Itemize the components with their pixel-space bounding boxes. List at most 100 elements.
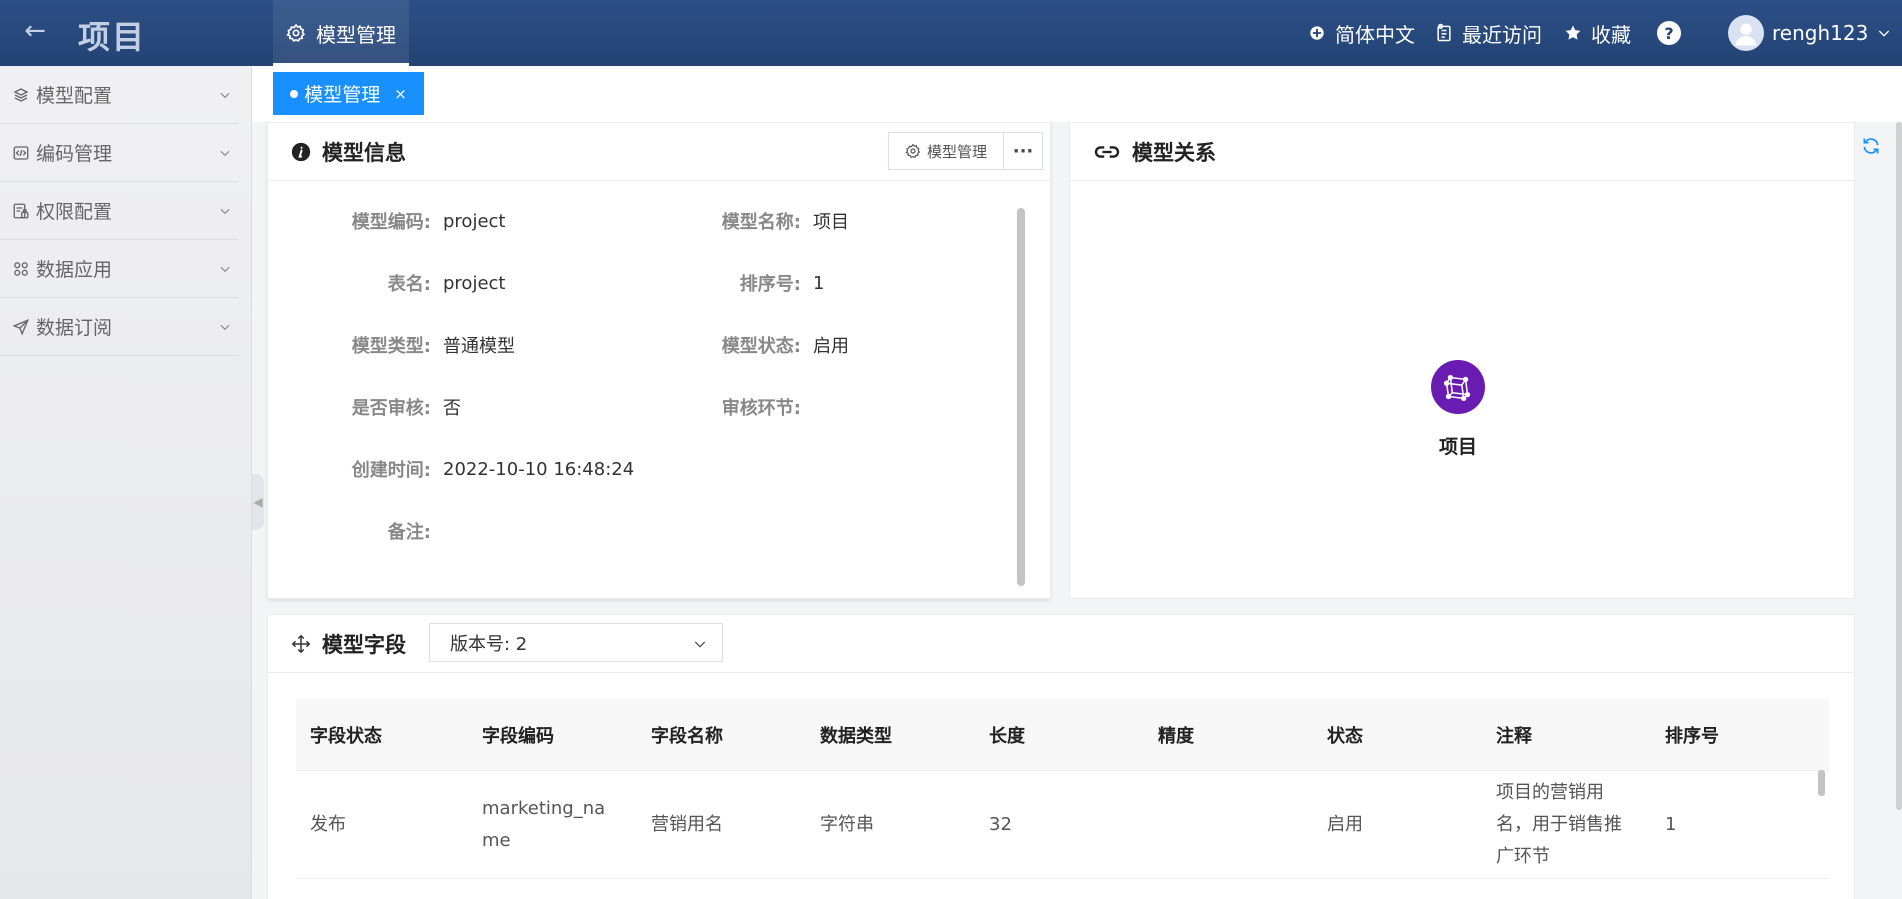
cell-comment: 项目的营销用名，用于销售推广环节 — [1496, 781, 1622, 867]
sidebar-item-data-subscription[interactable]: 数据订阅 — [0, 298, 238, 356]
model-info-actions: 模型管理 ··· — [887, 132, 1043, 170]
arrow-left-icon[interactable]: ← — [18, 16, 52, 50]
table-header: 字段状态 字段编码 字段名称 数据类型 长度 精度 状态 注释 排序号 — [296, 699, 1829, 771]
active-dot-icon — [290, 89, 299, 98]
info-icon — [291, 142, 311, 161]
version-select[interactable]: 版本号: 2 — [429, 623, 723, 662]
nav-tab-model-management[interactable]: 模型管理 — [273, 0, 409, 66]
layers-icon — [13, 87, 29, 102]
sidebar: 模型配置 编码管理 权限配置 数据应用 数据订阅 — [0, 66, 252, 899]
chevron-down-icon — [220, 92, 230, 99]
tab-label: 模型管理 — [304, 84, 381, 106]
sidebar-item-data-apps[interactable]: 数据应用 — [0, 240, 238, 298]
field-label: 备注: — [387, 522, 431, 543]
apps-icon — [14, 261, 28, 276]
cell-length: 32 — [989, 813, 1012, 835]
sidebar-item-label: 数据应用 — [36, 259, 113, 281]
recent-label: 最近访问 — [1462, 22, 1542, 47]
recent-visits[interactable]: 最近访问 — [1434, 0, 1542, 66]
model-fields-header: 模型字段 版本号: 2 — [268, 615, 1854, 673]
more-button[interactable]: ··· — [1004, 133, 1042, 169]
permission-icon — [13, 203, 29, 218]
sidebar-item-label: 模型配置 — [36, 85, 113, 107]
refresh-icon[interactable] — [1861, 136, 1881, 156]
user-menu[interactable]: rengh123 — [1728, 0, 1892, 66]
info-sort-number: 排序号: 1 — [268, 268, 825, 298]
field-label: 创建时间: — [351, 460, 431, 481]
cell-sort: 1 — [1665, 813, 1677, 835]
cell-status: 启用 — [1327, 813, 1363, 835]
gear-icon — [905, 143, 921, 159]
user-icon — [1735, 23, 1757, 46]
field-label: 模型状态: — [721, 336, 801, 357]
column-header[interactable]: 数据类型 — [806, 722, 975, 748]
chevron-left-icon: ◀ — [253, 495, 263, 509]
language-label: 简体中文 — [1335, 22, 1415, 47]
app-title: 项目 — [78, 18, 147, 56]
column-header[interactable]: 排序号 — [1651, 722, 1829, 748]
page-scrollbar[interactable] — [1896, 122, 1902, 810]
nav-tab-label: 模型管理 — [316, 22, 396, 47]
column-header[interactable]: 状态 — [1313, 722, 1482, 748]
sidebar-item-model-config[interactable]: 模型配置 — [0, 66, 238, 124]
column-header[interactable]: 精度 — [1144, 722, 1313, 748]
chevron-down-icon — [1879, 30, 1890, 37]
chevron-down-icon — [220, 324, 230, 331]
model-relation-header: 模型关系 — [1070, 123, 1854, 181]
top-header: ← 项目 模型管理 简体中文 最近访问 收藏 ? rengh123 — [0, 0, 1902, 66]
table-row[interactable]: 发布 marketing_name 营销用名 字符串 32 启用 项目的营销用名… — [296, 771, 1829, 879]
chevron-down-icon — [694, 641, 706, 648]
field-label: 审核环节: — [721, 398, 801, 419]
field-value: 1 — [813, 272, 825, 294]
code-icon — [13, 145, 29, 160]
close-icon[interactable]: × — [394, 85, 407, 103]
model-manage-label: 模型管理 — [926, 142, 987, 161]
field-value: 启用 — [813, 336, 849, 357]
sidebar-collapse-handle[interactable]: ◀ — [252, 474, 264, 530]
cell-field-name: 营销用名 — [651, 813, 723, 835]
cell-data-type: 字符串 — [820, 813, 874, 835]
panel-title: 模型字段 — [322, 632, 406, 657]
help-button[interactable]: ? — [1657, 0, 1681, 66]
info-created-time: 创建时间: 2022-10-10 16:48:24 — [268, 454, 634, 484]
sidebar-item-label: 数据订阅 — [36, 317, 113, 339]
panel-title: 模型信息 — [322, 140, 406, 165]
info-model-status: 模型状态: 启用 — [268, 330, 849, 360]
cell-field-code: marketing_name — [482, 797, 606, 851]
help-icon: ? — [1657, 21, 1681, 45]
panel-title: 模型关系 — [1132, 140, 1216, 165]
sidebar-item-label: 权限配置 — [36, 201, 113, 223]
field-label: 排序号: — [739, 274, 801, 295]
model-info-panel: 模型信息 模型管理 ··· 模型编码: project 模型名称: 项目 表名:… — [267, 122, 1051, 599]
avatar — [1728, 15, 1764, 51]
column-header[interactable]: 长度 — [975, 722, 1144, 748]
info-audit-step: 审核环节: — [268, 392, 813, 422]
relation-node[interactable] — [1431, 360, 1485, 414]
info-remark: 备注: — [268, 516, 443, 546]
column-header[interactable]: 字段名称 — [637, 722, 806, 748]
table-scrollbar[interactable] — [1818, 770, 1825, 796]
sidebar-item-code-management[interactable]: 编码管理 — [0, 124, 238, 182]
favorites-label: 收藏 — [1591, 22, 1631, 47]
drag-move-icon[interactable] — [290, 633, 312, 655]
language-switch[interactable]: 简体中文 — [1307, 0, 1415, 66]
tab-model-management[interactable]: 模型管理 × — [273, 72, 424, 115]
username: rengh123 — [1772, 21, 1869, 45]
gear-icon — [286, 23, 306, 42]
field-label: 模型名称: — [721, 212, 801, 233]
info-scrollbar[interactable] — [1017, 208, 1025, 586]
favorites[interactable]: 收藏 — [1563, 0, 1631, 66]
sidebar-item-permission-config[interactable]: 权限配置 — [0, 182, 238, 240]
model-info-header: 模型信息 模型管理 ··· — [268, 123, 1050, 181]
column-header[interactable]: 字段状态 — [296, 722, 468, 748]
model-manage-button[interactable]: 模型管理 — [889, 133, 1004, 169]
link-icon — [1094, 145, 1120, 158]
field-value: 项目 — [813, 212, 849, 233]
column-header[interactable]: 注释 — [1482, 722, 1651, 748]
column-header[interactable]: 字段编码 — [468, 722, 637, 748]
cell-field-status: 发布 — [310, 813, 346, 835]
chevron-down-icon — [220, 208, 230, 215]
clipboard-icon — [1437, 23, 1451, 42]
send-icon — [12, 318, 30, 336]
language-icon — [1310, 26, 1324, 40]
